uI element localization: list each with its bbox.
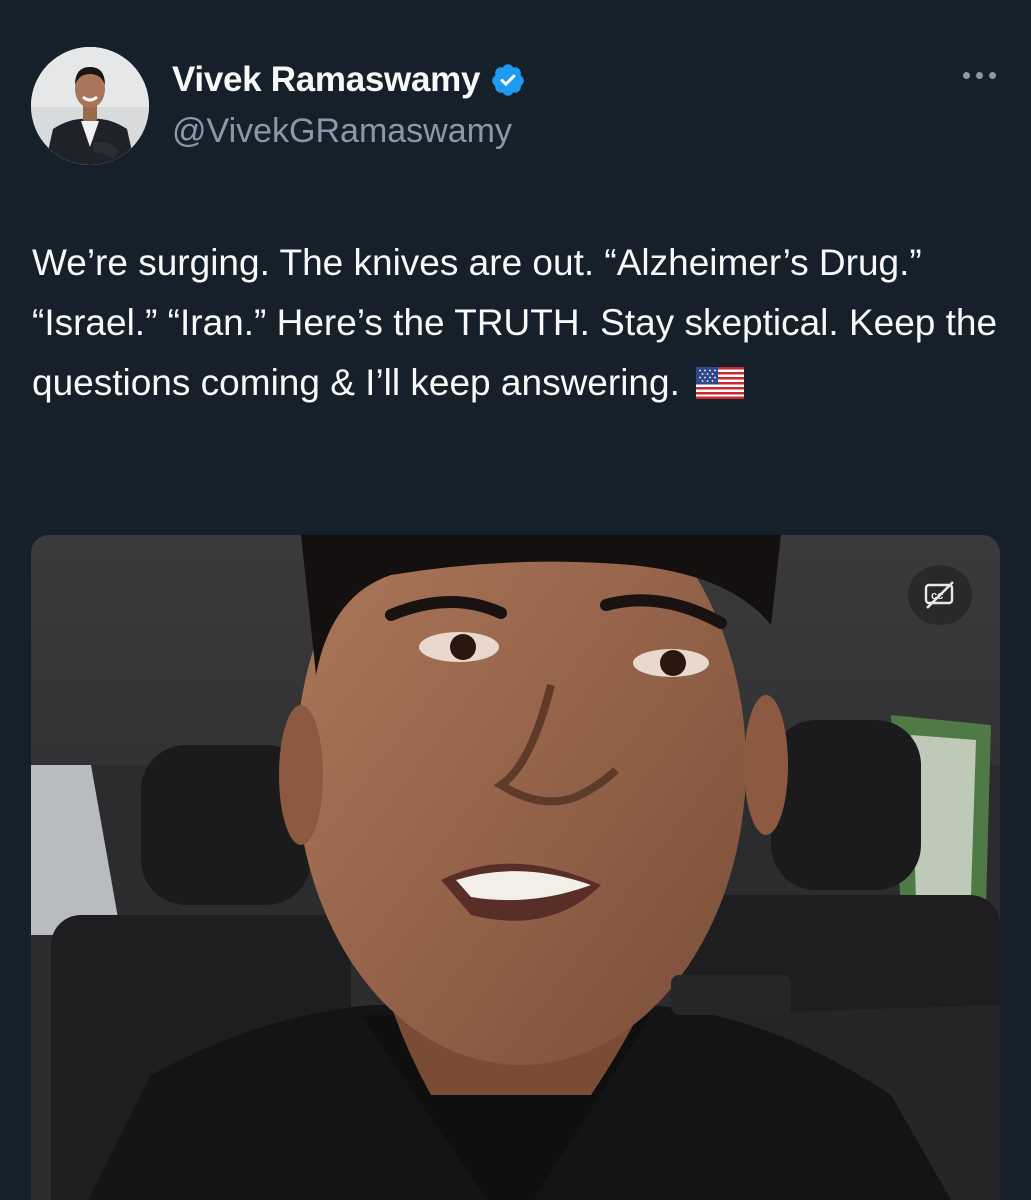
more-dot — [989, 72, 996, 79]
avatar-photo — [31, 47, 149, 165]
more-options-icon[interactable] — [963, 72, 996, 79]
tweet-video[interactable] — [31, 535, 1000, 1200]
verified-badge-icon — [492, 64, 524, 96]
captions-off-icon: cc — [924, 581, 954, 609]
more-dot — [963, 72, 970, 79]
author-handle[interactable]: @VivekGRamaswamy — [172, 112, 512, 151]
tweet-body: We’re surging. The knives are out. “Alzh… — [32, 242, 998, 403]
author-display-name[interactable]: Vivek Ramaswamy — [172, 60, 480, 100]
author-avatar[interactable] — [31, 47, 149, 165]
author-name-row[interactable]: Vivek Ramaswamy — [172, 60, 526, 100]
video-frame — [31, 535, 1000, 1200]
tweet-card: Vivek Ramaswamy @VivekGRamaswamy We’re s… — [0, 0, 1031, 1200]
tweet-text: We’re surging. The knives are out. “Alzh… — [32, 233, 1002, 413]
more-dot — [976, 72, 983, 79]
captions-toggle-button[interactable]: cc — [908, 565, 972, 625]
us-flag-icon — [695, 367, 744, 399]
